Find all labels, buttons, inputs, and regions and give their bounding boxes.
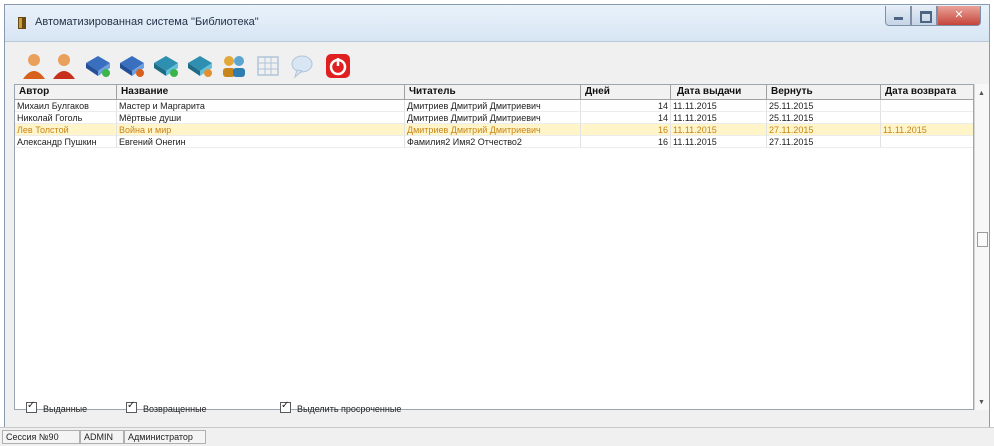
cell-days: 16 xyxy=(581,136,671,148)
column-header-issue-date[interactable]: Дата выдачи xyxy=(671,85,767,99)
cell-days: 14 xyxy=(581,100,671,112)
column-header-title[interactable]: Название xyxy=(117,85,405,99)
remove-reader-icon[interactable] xyxy=(49,51,79,81)
cell-issue-date: 11.11.2015 xyxy=(671,112,767,124)
cell-reader: Фамилия2 Имя2 Отчество2 xyxy=(405,136,581,148)
scroll-thumb[interactable] xyxy=(977,232,988,247)
cell-days: 16 xyxy=(581,124,671,136)
table-row[interactable]: Александр Пушкин Евгений Онегин Фамилия2… xyxy=(15,136,973,148)
column-header-due-date[interactable]: Вернуть xyxy=(767,85,881,99)
status-bar: Сессия №90 ADMIN Администратор xyxy=(0,427,994,446)
vertical-scrollbar[interactable]: ▲ ▼ xyxy=(974,84,989,410)
cell-days: 14 xyxy=(581,112,671,124)
chat-icon[interactable] xyxy=(287,51,317,81)
cell-return-date xyxy=(881,112,973,124)
cell-title: Мёртвые души xyxy=(117,112,405,124)
cell-issue-date: 11.11.2015 xyxy=(671,136,767,148)
close-button[interactable]: ✕ xyxy=(937,6,981,26)
scroll-down-icon[interactable]: ▼ xyxy=(978,399,985,406)
app-icon xyxy=(18,17,26,29)
cell-reader: Дмитриев Дмитрий Дмитриевич xyxy=(405,112,581,124)
cell-return-date xyxy=(881,100,973,112)
cell-reader: Дмитриев Дмитрий Дмитриевич xyxy=(405,100,581,112)
maximize-button[interactable] xyxy=(911,6,937,26)
highlight-overdue-checkbox[interactable]: Выделить просроченные xyxy=(280,399,402,416)
returned-checkbox[interactable]: Возвращенные xyxy=(126,399,207,416)
loans-table: Автор Название Читатель Дней Дата выдачи… xyxy=(14,84,974,410)
cell-reader: Дмитриев Дмитрий Дмитриевич xyxy=(405,124,581,136)
checkbox-checked-icon[interactable] xyxy=(26,399,37,413)
readers-icon[interactable] xyxy=(219,51,249,81)
column-header-days[interactable]: Дней xyxy=(581,85,671,99)
cell-return-date: 11.11.2015 xyxy=(881,124,973,136)
checkbox-checked-icon[interactable] xyxy=(126,399,137,413)
checkbox-checked-icon[interactable] xyxy=(280,399,291,413)
table-row[interactable]: Михаил Булгаков Мастер и Маргарита Дмитр… xyxy=(15,100,973,112)
scroll-up-icon[interactable]: ▲ xyxy=(978,90,985,97)
window-title: Автоматизированная система "Библиотека" xyxy=(35,16,259,28)
table-row-overdue[interactable]: Лев Толстой Война и мир Дмитриев Дмитрий… xyxy=(15,124,973,136)
highlight-overdue-checkbox-label: Выделить просроченные xyxy=(297,404,402,414)
cell-due-date: 25.11.2015 xyxy=(767,112,881,124)
minimize-button[interactable] xyxy=(885,6,911,26)
column-header-return-date[interactable]: Дата возврата xyxy=(881,85,973,99)
returned-checkbox-label: Возвращенные xyxy=(143,404,207,414)
add-reader-icon[interactable] xyxy=(19,51,49,81)
cell-author: Александр Пушкин xyxy=(15,136,117,148)
cell-return-date xyxy=(881,136,973,148)
status-session: Сессия №90 xyxy=(2,430,80,444)
cell-issue-date: 11.11.2015 xyxy=(671,100,767,112)
cell-title: Мастер и Маргарита xyxy=(117,100,405,112)
issued-checkbox[interactable]: Выданные xyxy=(26,399,88,416)
toolbar xyxy=(19,51,439,85)
table-row[interactable]: Николай Гоголь Мёртвые души Дмитриев Дми… xyxy=(15,112,973,124)
column-header-reader[interactable]: Читатель xyxy=(405,85,581,99)
cell-due-date: 25.11.2015 xyxy=(767,100,881,112)
table-header: Автор Название Читатель Дней Дата выдачи… xyxy=(15,85,973,100)
cell-due-date: 27.11.2015 xyxy=(767,124,881,136)
remove-book-icon[interactable] xyxy=(117,51,147,81)
issued-checkbox-label: Выданные xyxy=(43,404,88,414)
cell-due-date: 27.11.2015 xyxy=(767,136,881,148)
return-book-icon[interactable] xyxy=(185,51,215,81)
column-header-author[interactable]: Автор xyxy=(15,85,117,99)
filter-checkboxes: Выданные Возвращенные Выделить просрочен… xyxy=(14,399,914,418)
table-icon[interactable] xyxy=(253,51,283,81)
title-bar[interactable]: Автоматизированная система "Библиотека" … xyxy=(5,5,989,42)
power-icon[interactable] xyxy=(323,51,353,81)
cell-issue-date: 11.11.2015 xyxy=(671,124,767,136)
issue-book-icon[interactable] xyxy=(151,51,181,81)
cell-title: Война и мир xyxy=(117,124,405,136)
status-user: ADMIN xyxy=(80,430,124,444)
cell-author: Лев Толстой xyxy=(15,124,117,136)
add-book-icon[interactable] xyxy=(83,51,113,81)
cell-author: Михаил Булгаков xyxy=(15,100,117,112)
cell-title: Евгений Онегин xyxy=(117,136,405,148)
status-role: Администратор xyxy=(124,430,206,444)
cell-author: Николай Гоголь xyxy=(15,112,117,124)
